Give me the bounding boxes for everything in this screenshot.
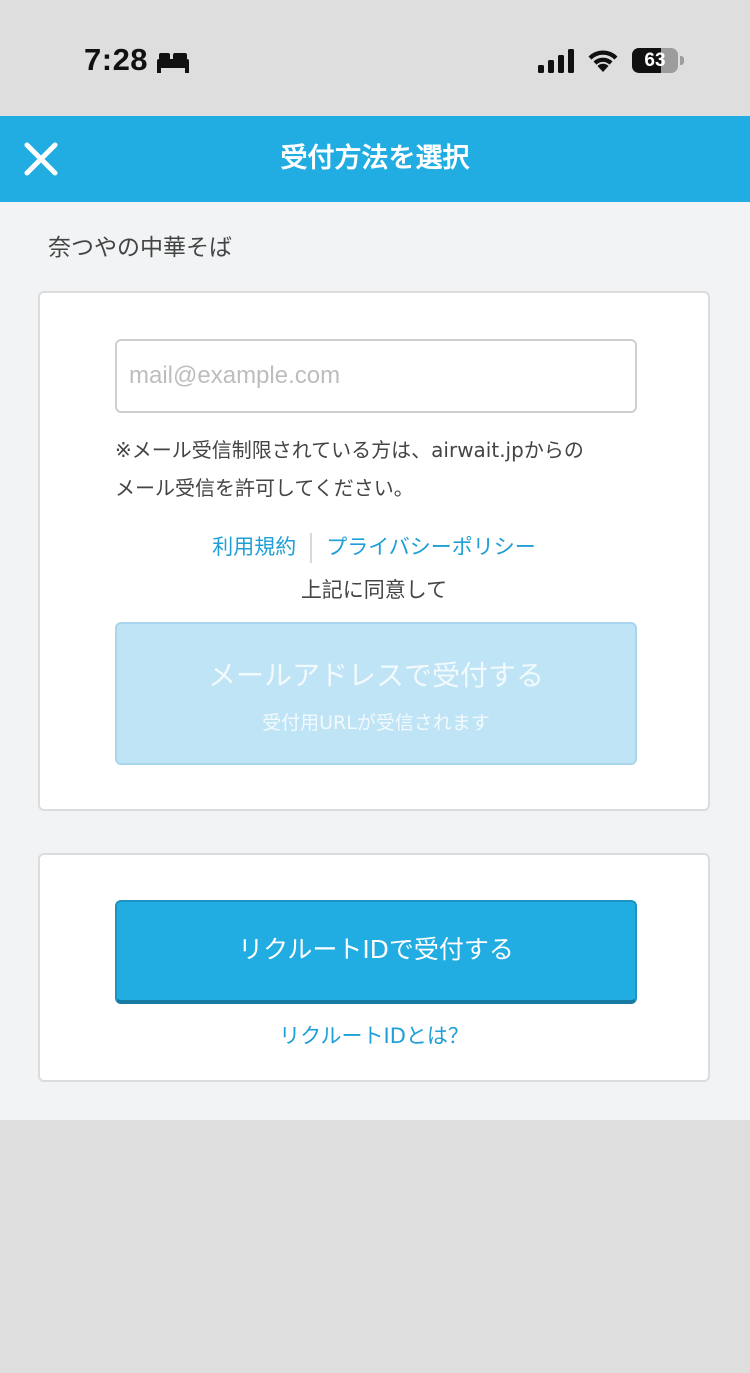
email-submit-sublabel: 受付用URLが受信されます — [262, 712, 490, 734]
page-title: 受付方法を選択 — [280, 143, 470, 174]
agree-text: 上記に同意して — [300, 578, 448, 602]
policy-links: 利用規約 プライバシーポリシー — [40, 529, 708, 565]
email-notice-line1: ※メール受信制限されている方は、airwait.jpからの — [115, 438, 584, 462]
email-reception-card: ※メール受信制限されている方は、airwait.jpからの メール受信を許可して… — [38, 291, 710, 811]
store-name: 奈つやの中華そば — [48, 235, 232, 261]
close-button[interactable] — [20, 138, 62, 180]
header-bar: 受付方法を選択 — [0, 116, 750, 202]
main-content: 奈つやの中華そば ※メール受信制限されている方は、airwait.jpからの メ… — [0, 202, 750, 1120]
email-notice-line2: メール受信を許可してください。 — [115, 476, 414, 500]
email-submit-label: メールアドレスで受付する — [207, 659, 544, 692]
bed-icon — [157, 53, 189, 73]
terms-link[interactable]: 利用規約 — [212, 535, 296, 559]
link-divider — [310, 533, 313, 563]
recruit-id-card: リクルートIDで受付する リクルートIDとは？ — [38, 853, 710, 1082]
recruit-id-button[interactable]: リクルートIDで受付する — [115, 900, 637, 1004]
battery-cap — [680, 56, 684, 65]
battery-percent: 63 — [644, 50, 666, 71]
email-submit-button[interactable]: メールアドレスで受付する 受付用URLが受信されます — [115, 622, 637, 765]
cellular-signal-icon — [538, 49, 574, 73]
email-notice: ※メール受信制限されている方は、airwait.jpからの メール受信を許可して… — [115, 431, 645, 507]
email-input[interactable] — [115, 339, 637, 413]
recruit-id-help-row: リクルートIDとは？ — [40, 1021, 708, 1051]
close-icon — [24, 142, 58, 176]
recruit-id-help-link[interactable]: リクルートIDとは？ — [279, 1024, 469, 1048]
privacy-policy-link[interactable]: プライバシーポリシー — [326, 535, 536, 559]
battery-indicator: 63 — [632, 48, 678, 73]
status-time: 7:28 — [84, 42, 149, 77]
status-bar: 7:28 63 — [0, 0, 750, 116]
wifi-icon — [588, 50, 618, 72]
